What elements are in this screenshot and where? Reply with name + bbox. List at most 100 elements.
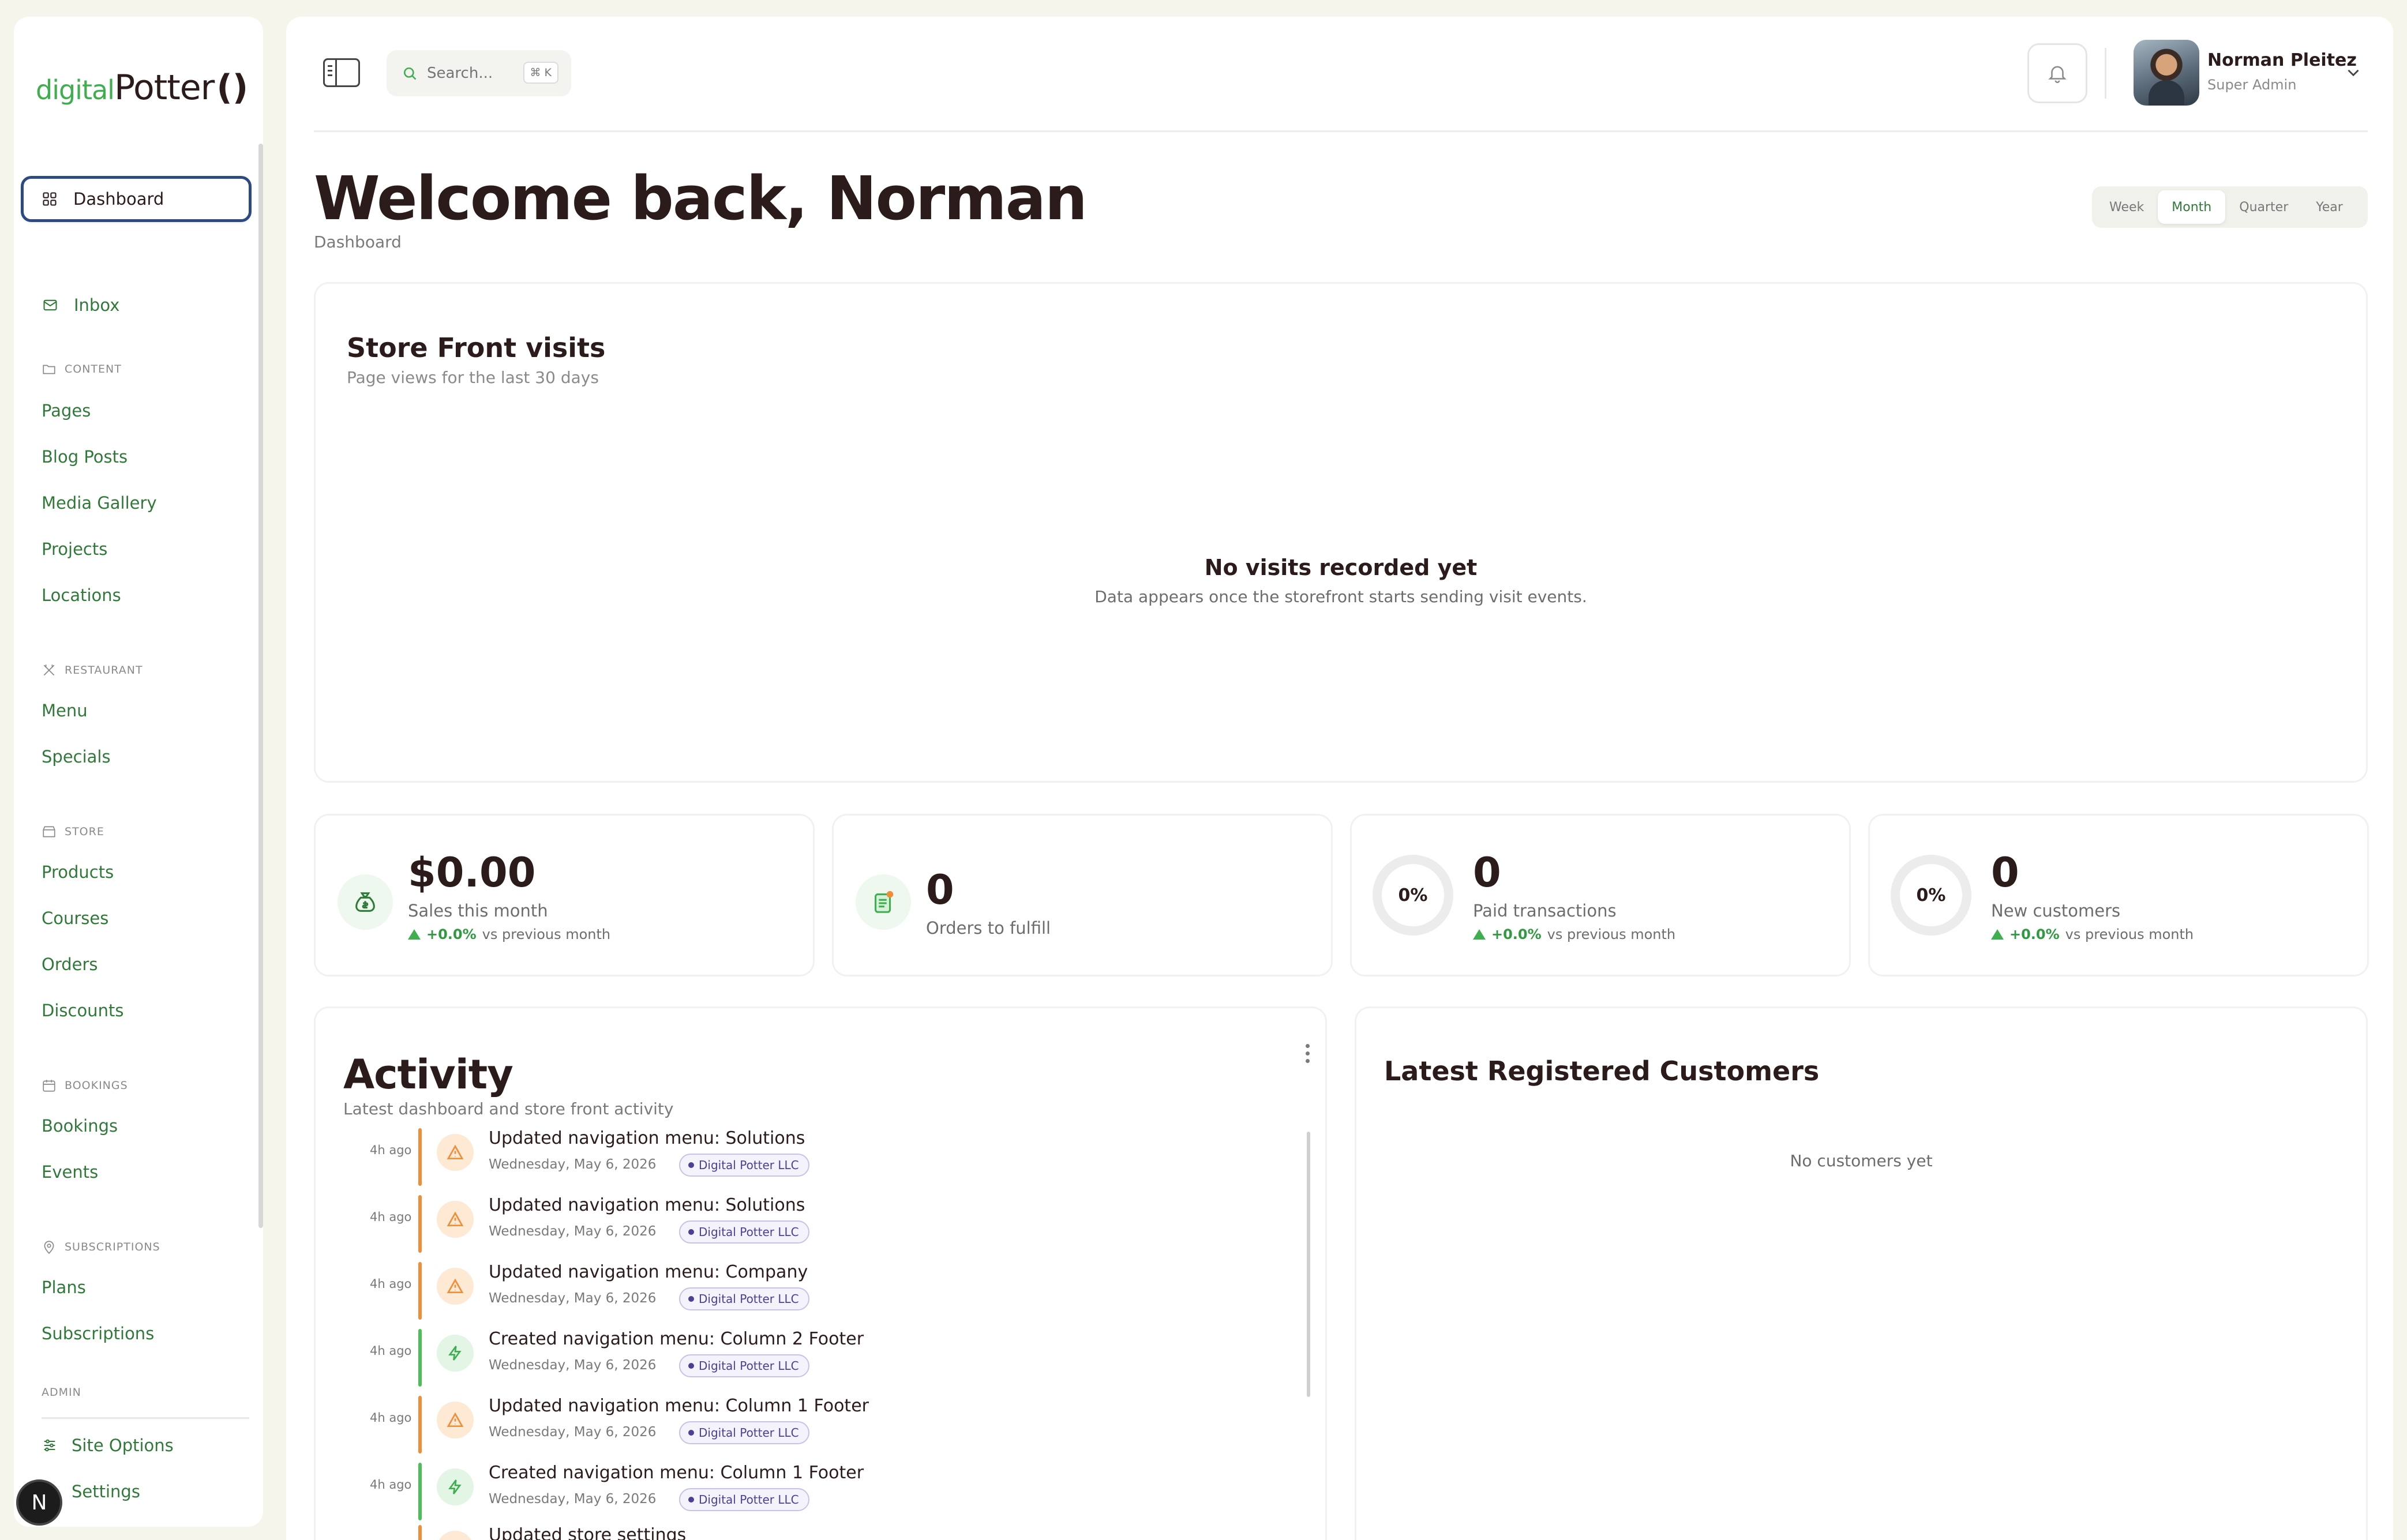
store-front-visits-card: Store Front visits Page views for the la…: [314, 282, 2368, 783]
user-initial-badge[interactable]: N: [16, 1479, 62, 1526]
activity-time: 4h ago: [370, 1143, 412, 1157]
period-year[interactable]: Year: [2302, 190, 2357, 224]
activity-date: Wednesday, May 6, 2026: [489, 1224, 657, 1239]
header-divider-line: [314, 130, 2368, 132]
sidebar-toggle-button[interactable]: [323, 58, 360, 87]
empty-state-text: Data appears once the storefront starts …: [1094, 587, 1587, 606]
section-label: ADMIN: [42, 1386, 81, 1399]
sidebar-item-blog-posts[interactable]: Blog Posts: [42, 447, 128, 467]
activity-item[interactable]: 4h ago Created navigation menu: Column 1…: [343, 1463, 1278, 1530]
activity-title: Updated navigation menu: Company: [489, 1262, 808, 1282]
stat-card-sales: $0.00 Sales this month +0.0% vs previous…: [314, 814, 815, 976]
arrow-up-icon: [1991, 929, 2004, 940]
activity-time: 4h ago: [370, 1344, 412, 1358]
period-month[interactable]: Month: [2158, 190, 2226, 224]
stat-change-value: +0.0%: [426, 926, 477, 942]
stat-card-new-customers: 0% 0 New customers +0.0% vs previous mon…: [1868, 814, 2369, 976]
stat-card-orders: 0 Orders to fulfill: [832, 814, 1333, 976]
search-icon: [403, 67, 417, 80]
sidebar-item-pages[interactable]: Pages: [42, 401, 91, 420]
stat-change-suffix: vs previous month: [1547, 926, 1676, 942]
stat-value: 0: [1991, 849, 2019, 896]
activity-marker: [418, 1262, 422, 1320]
sidebar-item-subscriptions[interactable]: Subscriptions: [42, 1324, 154, 1343]
organization-tag: Digital Potter LLC: [679, 1220, 809, 1244]
sidebar-item-bookings[interactable]: Bookings: [42, 1116, 118, 1136]
sidebar-item-site-options[interactable]: Site Options: [42, 1436, 174, 1455]
search-input[interactable]: [427, 65, 519, 82]
brand-logo[interactable]: digital Potter (): [36, 67, 248, 108]
stat-change-suffix: vs previous month: [482, 926, 611, 942]
sidebar-scrollbar[interactable]: [258, 144, 263, 1228]
brand-logo-part2: Potter: [114, 67, 215, 108]
sidebar-item-discounts[interactable]: Discounts: [42, 1001, 123, 1020]
activity-title: Created navigation menu: Column 1 Footer: [489, 1463, 864, 1483]
user-name[interactable]: Norman Pleitez: [2207, 50, 2357, 70]
sidebar-item-inbox[interactable]: Inbox: [21, 282, 252, 328]
sidebar-item-label: Dashboard: [73, 189, 164, 209]
activity-item[interactable]: 4h ago Updated navigation menu: Solution…: [343, 1128, 1278, 1195]
sidebar-item-products[interactable]: Products: [42, 862, 114, 882]
arrow-up-icon: [408, 929, 421, 940]
period-week[interactable]: Week: [2095, 190, 2158, 224]
section-store: STORE: [42, 824, 104, 839]
brand-logo-part1: digital: [36, 74, 115, 106]
card-title: Store Front visits: [347, 332, 606, 363]
mail-icon: [40, 295, 60, 315]
more-options-icon[interactable]: [1306, 1044, 1311, 1066]
avatar[interactable]: [2134, 40, 2199, 106]
activity-time: 4h ago: [370, 1411, 412, 1425]
sidebar-item-specials[interactable]: Specials: [42, 747, 111, 767]
search-box[interactable]: ⌘ K: [387, 50, 571, 96]
section-label: STORE: [65, 825, 104, 838]
activity-title: Updated navigation menu: Solutions: [489, 1195, 805, 1215]
sidebar-item-orders[interactable]: Orders: [42, 955, 98, 974]
activity-item[interactable]: 4h ago Updated navigation menu: Solution…: [343, 1195, 1278, 1262]
sidebar-item-events[interactable]: Events: [42, 1162, 98, 1182]
warning-icon: [437, 1268, 474, 1305]
sidebar-item-menu[interactable]: Menu: [42, 701, 88, 720]
activity-marker: [418, 1525, 422, 1540]
sidebar-item-media-gallery[interactable]: Media Gallery: [42, 493, 157, 513]
card-subtitle: Page views for the last 30 days: [347, 368, 599, 387]
notifications-button[interactable]: [2027, 43, 2087, 103]
sidebar-item-courses[interactable]: Courses: [42, 908, 108, 928]
money-bag-icon: [338, 874, 393, 930]
activity-item[interactable]: 4h ago Updated navigation menu: Company …: [343, 1262, 1278, 1329]
stat-change-suffix: vs previous month: [2065, 926, 2194, 942]
sidebar-item-projects[interactable]: Projects: [42, 539, 107, 559]
progress-ring: 0%: [1891, 855, 1971, 936]
activity-title: Updated navigation menu: Solutions: [489, 1128, 805, 1148]
breadcrumb: Dashboard: [314, 232, 402, 251]
activity-scrollbar[interactable]: [1307, 1132, 1310, 1397]
activity-title: Updated store settings: [489, 1525, 687, 1540]
sidebar-item-plans[interactable]: Plans: [42, 1278, 86, 1297]
stat-label: Orders to fulfill: [926, 918, 1051, 938]
period-quarter[interactable]: Quarter: [2225, 190, 2302, 224]
sliders-icon: [44, 1439, 55, 1452]
activity-marker: [418, 1128, 422, 1186]
organization-tag: Digital Potter LLC: [679, 1154, 809, 1177]
activity-item[interactable]: 4h ago Updated navigation menu: Column 1…: [343, 1396, 1278, 1463]
grid-icon: [40, 189, 59, 209]
bell-icon: [2048, 66, 2067, 84]
lightning-icon: [437, 1335, 474, 1372]
sidebar-item-dashboard[interactable]: Dashboard: [21, 176, 252, 222]
section-restaurant: RESTAURANT: [42, 663, 143, 678]
organization-tag: Digital Potter LLC: [679, 1488, 809, 1511]
sidebar-item-locations[interactable]: Locations: [42, 585, 121, 605]
organization-tag: Digital Potter LLC: [679, 1354, 809, 1377]
card-title: Activity: [343, 1051, 513, 1098]
stat-change: +0.0% vs previous month: [1473, 926, 1675, 942]
activity-date: Wednesday, May 6, 2026: [489, 1157, 657, 1172]
activity-item[interactable]: 4h ago Created navigation menu: Column 2…: [343, 1329, 1278, 1396]
activity-date: Wednesday, May 6, 2026: [489, 1492, 657, 1507]
stat-value: 0: [1473, 849, 1501, 896]
card-subtitle: Latest dashboard and store front activit…: [343, 1099, 674, 1118]
main-content: ⌘ K Norman Pleitez Super Admin Welcome b…: [286, 17, 2393, 1540]
pin-icon: [44, 1241, 54, 1254]
activity-date: Wednesday, May 6, 2026: [489, 1291, 657, 1306]
user-role: Super Admin: [2207, 77, 2297, 93]
activity-item[interactable]: Updated store settings: [343, 1525, 1278, 1540]
chevron-down-icon[interactable]: [2344, 63, 2363, 82]
